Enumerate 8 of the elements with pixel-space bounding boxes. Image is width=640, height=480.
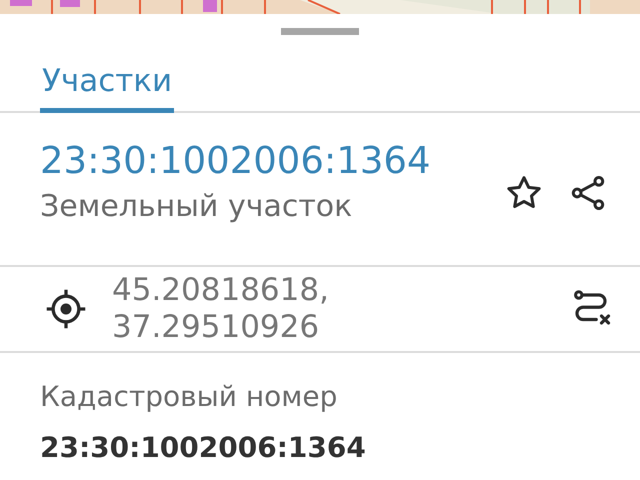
coordinates-text: 45.20818618, 37.29510926 (112, 272, 330, 346)
parcel-number: 23:30:1002006:1364 (40, 139, 431, 184)
location-target-icon (44, 287, 88, 331)
field-value: 23:30:1002006:1364 (40, 431, 367, 465)
tab[interactable]: Участки (40, 62, 174, 113)
parcel-type: Земельный участок (40, 188, 354, 226)
drag-handle[interactable] (281, 28, 359, 35)
field-label: Кадастровый номер (40, 379, 338, 415)
